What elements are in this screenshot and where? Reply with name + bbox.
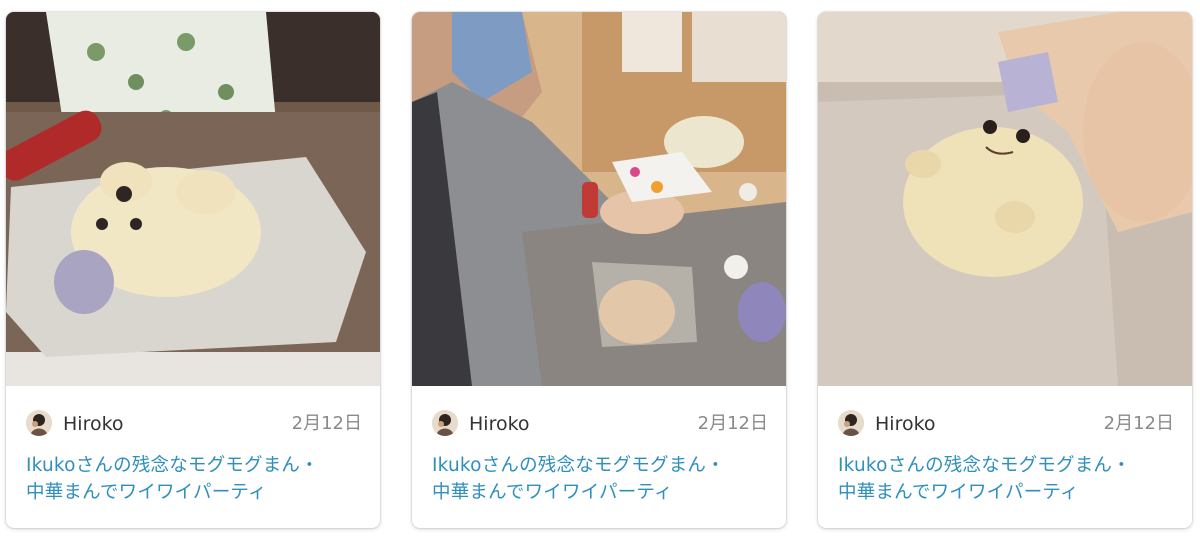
- author-name[interactable]: Hiroko: [469, 413, 530, 435]
- user-avatar-icon: [26, 410, 52, 436]
- post-title-line[interactable]: 中華まんでワイワイパーティ: [838, 479, 1174, 506]
- post-date: 2月12日: [697, 413, 768, 434]
- post-title-line[interactable]: Ikukoさんの残念なモグモグまん・: [432, 452, 768, 479]
- post-title-link[interactable]: Ikukoさんの残念なモグモグまん・ 中華まんでワイワイパーティ: [432, 452, 768, 506]
- post-card[interactable]: Hiroko 2月12日 Ikukoさんの残念なモグモグまん・ 中華まんでワイワ…: [6, 12, 380, 528]
- post-title-line[interactable]: 中華まんでワイワイパーティ: [26, 479, 362, 506]
- dough-bun-image: [6, 12, 380, 386]
- post-card[interactable]: Hiroko 2月12日 Ikukoさんの残念なモグモグまん・ 中華まんでワイワ…: [412, 12, 786, 528]
- post-title-link[interactable]: Ikukoさんの残念なモグモグまん・ 中華まんでワイワイパーティ: [26, 452, 362, 506]
- post-card[interactable]: Hiroko 2月12日 Ikukoさんの残念なモグモグまん・ 中華まんでワイワ…: [818, 12, 1192, 528]
- post-title-link[interactable]: Ikukoさんの残念なモグモグまん・ 中華まんでワイワイパーティ: [838, 452, 1174, 506]
- seal-shaped-bun-photo[interactable]: [818, 12, 1192, 386]
- user-avatar-icon: [838, 410, 864, 436]
- person-shaping-dough-photo[interactable]: [412, 12, 786, 386]
- post-title-line[interactable]: Ikukoさんの残念なモグモグまん・: [838, 452, 1174, 479]
- post-meta: Hiroko 2月12日: [432, 410, 768, 438]
- post-meta: Hiroko 2月12日: [838, 410, 1174, 438]
- avatar[interactable]: [26, 410, 52, 436]
- author-name[interactable]: Hiroko: [875, 413, 936, 435]
- post-title-line[interactable]: 中華まんでワイワイパーティ: [432, 479, 768, 506]
- seal-shaped-bun-image: [818, 12, 1192, 386]
- person-shaping-dough-image: [412, 12, 786, 386]
- dough-bun-photo[interactable]: [6, 12, 380, 386]
- post-date: 2月12日: [291, 413, 362, 434]
- author-name[interactable]: Hiroko: [63, 413, 124, 435]
- avatar[interactable]: [432, 410, 458, 436]
- post-title-line[interactable]: Ikukoさんの残念なモグモグまん・: [26, 452, 362, 479]
- post-date: 2月12日: [1103, 413, 1174, 434]
- user-avatar-icon: [432, 410, 458, 436]
- post-meta: Hiroko 2月12日: [26, 410, 362, 438]
- avatar[interactable]: [838, 410, 864, 436]
